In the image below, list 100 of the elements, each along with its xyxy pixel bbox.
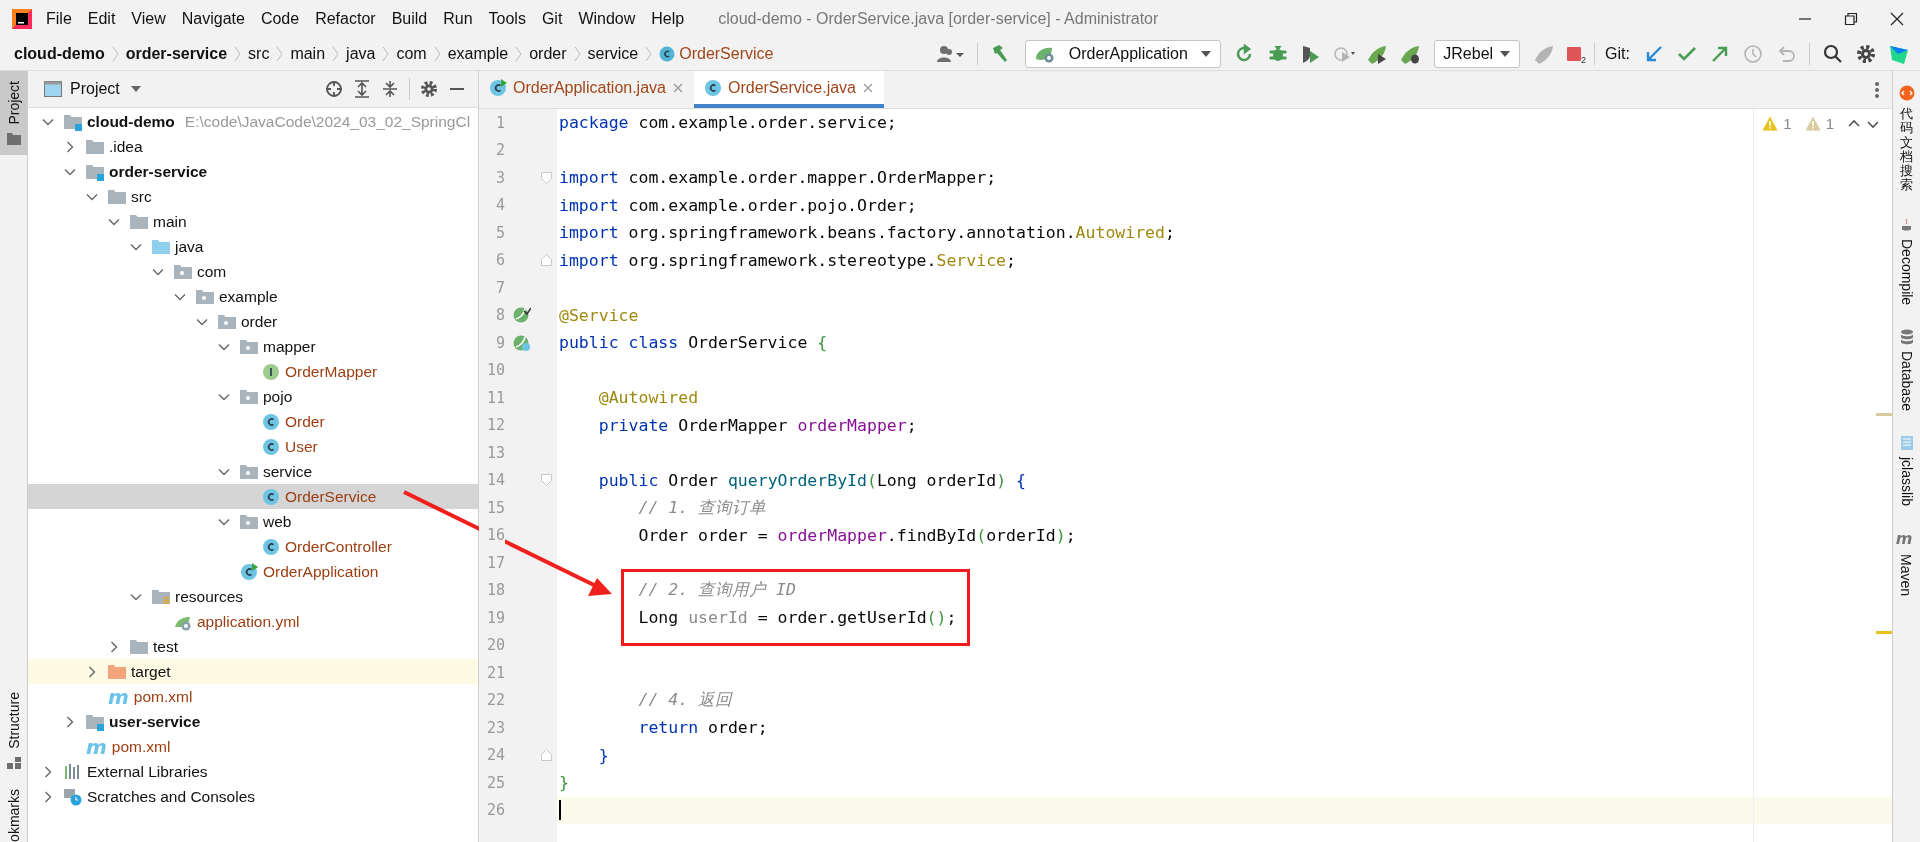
run-configuration-dropdown[interactable]: JRebel xyxy=(1434,39,1521,68)
tree-item[interactable]: com xyxy=(28,259,478,284)
menu-item[interactable]: Navigate xyxy=(181,9,245,28)
menu-item[interactable]: Help xyxy=(651,9,685,28)
tree-item[interactable]: user-service xyxy=(28,709,478,734)
menu-item[interactable]: Tools xyxy=(488,9,526,28)
tree-item[interactable]: application.yml xyxy=(28,609,478,634)
chevron-icon[interactable] xyxy=(64,140,76,153)
breadcrumb-item[interactable]: example xyxy=(447,44,509,63)
tool-window-tab[interactable]: okmarks xyxy=(0,779,27,842)
chevron-icon[interactable] xyxy=(42,790,54,803)
tree-item[interactable]: pojo xyxy=(28,384,478,409)
tool-window-tab[interactable]: jclasslib xyxy=(1898,434,1915,506)
chevron-icon xyxy=(332,45,340,62)
scratch-icon xyxy=(64,787,82,806)
tree-label: .idea xyxy=(109,137,143,156)
breadcrumb-item[interactable]: src xyxy=(248,44,270,63)
stop-button[interactable]: 2 xyxy=(1562,42,1587,65)
chevron-icon[interactable] xyxy=(86,665,98,678)
chevron-icon xyxy=(276,45,284,62)
interface-icon xyxy=(262,362,280,381)
tree-item[interactable]: resources xyxy=(28,584,478,609)
tree-item[interactable]: order-service xyxy=(28,159,478,184)
folder-icon xyxy=(86,137,104,156)
tree-item[interactable]: example xyxy=(28,284,478,309)
breadcrumb-item[interactable]: main xyxy=(290,44,326,63)
menu-item[interactable]: Run xyxy=(443,9,473,28)
tree-item[interactable]: External Libraries xyxy=(28,759,478,784)
tree-item[interactable]: web xyxy=(28,509,478,534)
tree-item[interactable]: mapper xyxy=(28,334,478,359)
folder-icon xyxy=(152,587,170,606)
menu-item[interactable]: Code xyxy=(260,9,300,28)
breadcrumb-item[interactable]: OrderService xyxy=(659,44,774,63)
tree-item[interactable]: m pom.xml xyxy=(28,734,478,759)
tool-window-tab[interactable]: m Maven xyxy=(1895,529,1918,596)
code-text: ; xyxy=(1006,250,1016,270)
menu-item[interactable]: File xyxy=(46,9,72,28)
caret-icon[interactable] xyxy=(129,85,142,93)
editor-tab[interactable]: OrderApplication.java xyxy=(479,71,694,108)
tree-item[interactable]: OrderController xyxy=(28,534,478,559)
table-icon xyxy=(1898,434,1915,451)
chevron-icon[interactable] xyxy=(64,715,76,728)
tree-item[interactable]: java xyxy=(28,234,478,259)
tree-item[interactable]: OrderService xyxy=(28,484,478,509)
menu-item[interactable]: Build xyxy=(391,9,428,28)
menu-item[interactable]: View xyxy=(131,9,166,28)
tool-window-tab[interactable]: Database xyxy=(1898,328,1915,411)
breadcrumb-item[interactable]: com xyxy=(396,44,427,63)
class-icon xyxy=(703,78,722,97)
tree-item[interactable]: OrderMapper xyxy=(28,359,478,384)
expand-all-icon[interactable] xyxy=(353,80,371,98)
tree-item[interactable]: Scratches and Consoles xyxy=(28,784,478,809)
run-configuration-dropdown[interactable]: OrderApplication xyxy=(1025,39,1222,68)
folder-icon xyxy=(108,662,126,681)
tool-window-tab[interactable]: Decompile xyxy=(1898,216,1915,305)
tool-window-tab[interactable]: Structure xyxy=(0,682,27,780)
breadcrumb-item[interactable]: order-service xyxy=(125,44,228,63)
chevron-icon[interactable] xyxy=(108,640,120,653)
code-text: com.example.order.mapper.OrderMapper; xyxy=(627,168,997,188)
tool-window-tab[interactable]: 代码文档搜索 xyxy=(1898,85,1915,193)
menu-item[interactable]: Refactor xyxy=(315,9,376,28)
tree-item[interactable]: cloud-demo E:\code\JavaCode\2024_03_02_SpringCl xyxy=(28,109,478,134)
code-text: Long xyxy=(637,608,680,628)
breadcrumb-item[interactable]: service xyxy=(587,44,639,63)
menu-item[interactable]: Window xyxy=(578,9,636,28)
tree-item[interactable]: order xyxy=(28,309,478,334)
settings-icon[interactable] xyxy=(420,80,438,98)
breadcrumb-item[interactable]: java xyxy=(346,44,376,63)
code-bracket: } xyxy=(597,745,609,765)
tool-window-tab[interactable]: Project xyxy=(0,71,27,155)
panel-title[interactable]: Project xyxy=(70,80,120,98)
class-icon xyxy=(659,45,676,62)
tree-label: src xyxy=(131,187,152,206)
breadcrumb-item[interactable]: order xyxy=(529,44,567,63)
warning-count: 1 xyxy=(1825,115,1834,132)
code-comment: // 4. 返回 xyxy=(637,689,733,712)
menu-item[interactable]: Edit xyxy=(87,9,116,28)
collapse-all-icon[interactable] xyxy=(381,80,399,98)
tree-item[interactable]: target xyxy=(28,659,478,684)
chevron-icon[interactable] xyxy=(42,765,54,778)
bean-icon[interactable] xyxy=(513,306,531,325)
more-icon[interactable] xyxy=(1874,80,1880,99)
code-text: = order.getUserId xyxy=(756,608,927,628)
breadcrumb-item[interactable]: cloud-demo xyxy=(14,44,105,63)
tree-item[interactable]: OrderApplication xyxy=(28,559,478,584)
tree-label: resources xyxy=(175,587,244,606)
tree-item[interactable]: main xyxy=(28,209,478,234)
editor-tab[interactable]: OrderService.java xyxy=(693,71,884,108)
code-bracket: { xyxy=(1015,470,1026,490)
tree-item[interactable]: Order xyxy=(28,409,478,434)
tree-item[interactable]: .idea xyxy=(28,134,478,159)
menu-item[interactable]: Git xyxy=(541,9,563,28)
target-icon[interactable] xyxy=(325,80,343,98)
tree-item[interactable]: m pom.xml xyxy=(28,684,478,709)
code-keyword: public xyxy=(597,470,659,490)
tree-item[interactable]: User xyxy=(28,434,478,459)
tree-item[interactable]: service xyxy=(28,459,478,484)
git-label: Git: xyxy=(1605,44,1630,63)
tree-item[interactable]: src xyxy=(28,184,478,209)
tree-item[interactable]: test xyxy=(28,634,478,659)
